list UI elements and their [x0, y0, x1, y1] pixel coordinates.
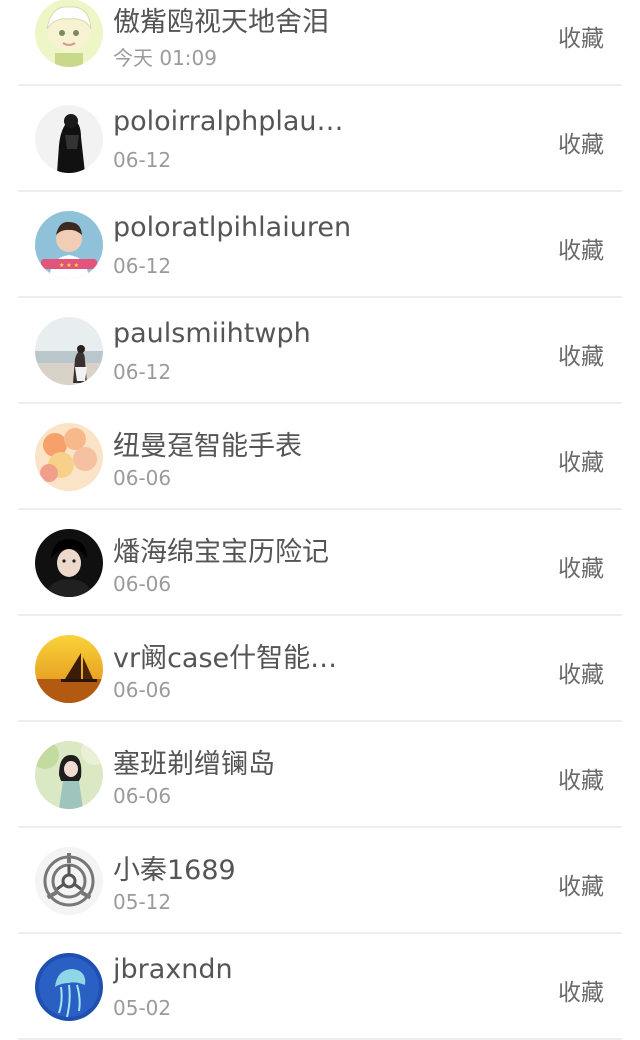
sunset-sailboat-avatar-icon: [35, 635, 103, 703]
favorite-button[interactable]: 收藏: [558, 549, 604, 583]
item-date: 06-06: [113, 466, 172, 490]
list-item[interactable]: 小秦1689 05-12 收藏: [18, 828, 622, 934]
item-date: 05-02: [113, 996, 172, 1020]
favorite-button[interactable]: 收藏: [558, 231, 604, 265]
list-item[interactable]: vr阚case什智能… 06-06 收藏: [18, 616, 622, 722]
anime-boy-avatar-icon: [35, 0, 103, 67]
item-date: 今天 01:09: [113, 46, 217, 70]
list-item[interactable]: 纽曼趸智能手表 06-06 收藏: [18, 404, 622, 510]
favorite-button[interactable]: 收藏: [558, 19, 604, 53]
item-date: 05-12: [113, 890, 172, 914]
item-name: poloratlpihlaiuren: [113, 212, 352, 243]
favorite-button[interactable]: 收藏: [558, 337, 604, 371]
item-name: paulsmiihtwph: [113, 318, 311, 349]
item-date: 06-12: [113, 254, 172, 278]
favorite-button[interactable]: 收藏: [558, 867, 604, 901]
list-item[interactable]: jbraxndn 05-02 收藏: [18, 934, 622, 1040]
item-date: 06-12: [113, 360, 172, 384]
item-name: 小秦1689: [113, 855, 236, 886]
favorite-button[interactable]: 收藏: [558, 443, 604, 477]
favorite-button[interactable]: 收藏: [558, 761, 604, 795]
item-name: 燔海绵宝宝历险记: [113, 537, 329, 568]
portrait-avatar-icon: [35, 529, 103, 597]
young-man-avatar-icon: ★ ★ ★: [35, 211, 103, 279]
jellyfish-avatar-icon: [35, 953, 103, 1021]
list-item[interactable]: paulsmiihtwph 06-12 收藏: [18, 298, 622, 404]
item-name: 傲觜鸥视天地舍泪: [113, 7, 329, 38]
scp-logo-avatar-icon: [35, 847, 103, 915]
balloons-avatar-icon: [35, 423, 103, 491]
favorite-button[interactable]: 收藏: [558, 125, 604, 159]
list-item[interactable]: poloirralphplaur… 06-12 收藏: [18, 86, 622, 192]
list-item[interactable]: 傲觜鸥视天地舍泪 今天 01:09 收藏: [18, 0, 622, 86]
list-item[interactable]: 燔海绵宝宝历险记 06-06 收藏: [18, 510, 622, 616]
dark-figure-avatar-icon: [35, 105, 103, 173]
item-date: 06-06: [113, 784, 172, 808]
item-date: 06-12: [113, 148, 172, 172]
favorite-button[interactable]: 收藏: [558, 973, 604, 1007]
favorite-list: 傲觜鸥视天地舍泪 今天 01:09 收藏 poloirralphplaur… 0…: [0, 0, 640, 1040]
item-name: 纽曼趸智能手表: [113, 431, 302, 462]
item-name: poloirralphplaur…: [113, 106, 353, 137]
beach-girl-avatar-icon: [35, 317, 103, 385]
item-name: vr阚case什智能…: [113, 643, 338, 674]
svg-text:★ ★ ★: ★ ★ ★: [59, 262, 79, 269]
list-item[interactable]: ★ ★ ★ poloratlpihlaiuren 06-12 收藏: [18, 192, 622, 298]
item-name: jbraxndn: [113, 954, 233, 985]
favorite-button[interactable]: 收藏: [558, 655, 604, 689]
list-item[interactable]: 塞班剃缯镧岛 06-06 收藏: [18, 722, 622, 828]
item-date: 06-06: [113, 572, 172, 596]
item-name: 塞班剃缯镧岛: [113, 749, 275, 780]
item-date: 06-06: [113, 678, 172, 702]
girl-in-park-avatar-icon: [35, 741, 103, 809]
